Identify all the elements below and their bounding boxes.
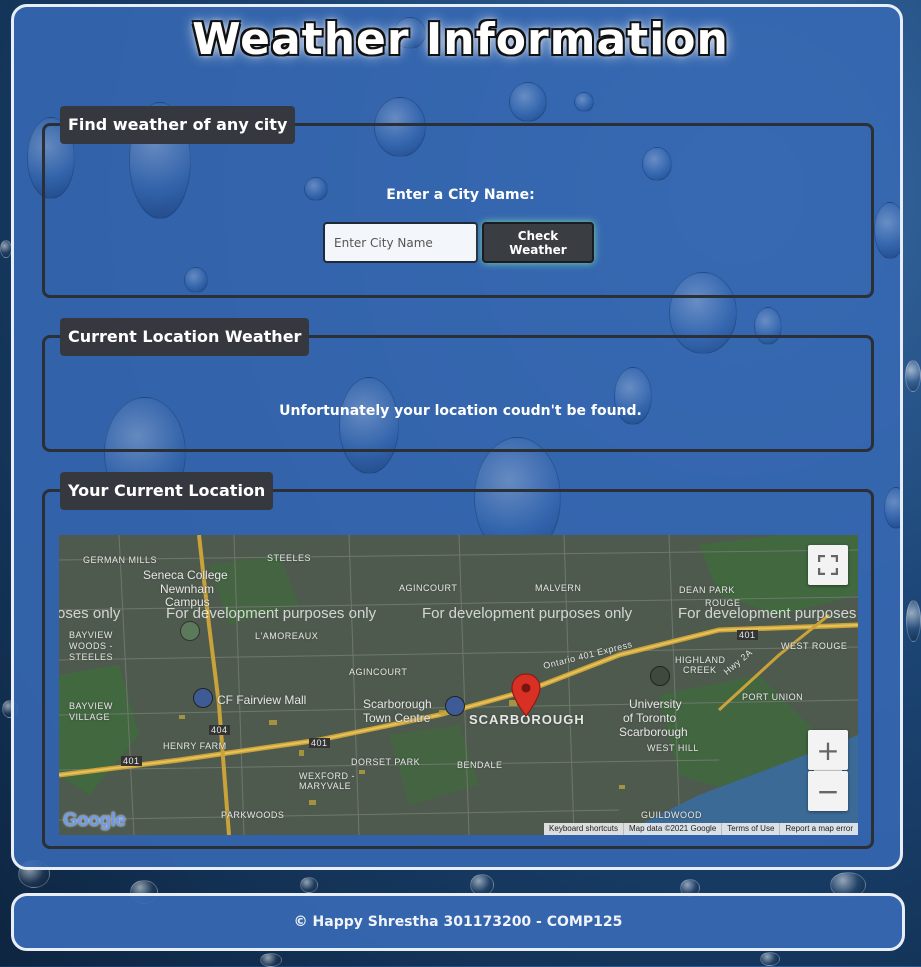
highway-shield-label: 404	[209, 725, 230, 735]
map-place-label: WEST HILL	[647, 743, 699, 753]
search-panel	[42, 123, 874, 298]
zoom-in-button[interactable]: +	[808, 730, 848, 770]
map-place-label: WOODS -	[69, 641, 113, 651]
map-place-label: Newnham	[160, 582, 215, 596]
report-map-error-link[interactable]: Report a map error	[779, 823, 858, 835]
map-place-label: Scarborough	[363, 697, 432, 711]
map-place-label: L'AMOREAUX	[255, 631, 319, 641]
school-poi-icon[interactable]	[180, 621, 200, 641]
map-place-label: MARYVALE	[299, 781, 352, 791]
map-place-label: Town Centre	[363, 711, 431, 725]
map-place-label: DORSET PARK	[351, 757, 421, 767]
google-logo[interactable]: Google	[63, 810, 126, 832]
location-marker-icon[interactable]	[511, 673, 541, 717]
map-place-label: BAYVIEW	[69, 630, 113, 640]
map-place-label: AGINCOURT	[399, 583, 458, 593]
map-data-text: Map data ©2021 Google	[622, 823, 721, 835]
fullscreen-icon	[818, 555, 838, 575]
map-place-label: HENRY FARM	[163, 741, 227, 751]
map-place-label: University	[629, 697, 682, 711]
map-place-label: BENDALE	[457, 760, 503, 770]
map-place-label: WEST ROUGE	[781, 641, 848, 651]
map-place-label: VILLAGE	[69, 712, 111, 722]
map-place-label: of Toronto	[623, 711, 677, 725]
map-place-label: PARKWOODS	[221, 810, 285, 820]
highway-shield-label: 401	[309, 738, 330, 748]
keyboard-shortcuts-link[interactable]: Keyboard shortcuts	[544, 823, 623, 835]
city-name-input[interactable]	[323, 222, 478, 263]
search-panel-legend: Find weather of any city	[60, 106, 296, 144]
location-error-message: Unfortunately your location coudn't be f…	[279, 403, 642, 419]
footer: © Happy Shrestha 301173200 - COMP125	[11, 893, 905, 951]
highway-shield-label: 401	[121, 756, 142, 766]
dev-watermark: For development purposes only	[422, 605, 633, 622]
map-place-label: WEXFORD -	[299, 771, 355, 781]
current-weather-legend: Current Location Weather	[60, 318, 310, 356]
map-place-label: CREEK	[683, 665, 717, 675]
shopping-poi-icon[interactable]	[193, 688, 213, 708]
google-map[interactable]: oses only For development purposes only …	[59, 535, 858, 835]
map-place-label: GUILDWOOD	[641, 810, 703, 820]
map-place-label: STEELES	[69, 652, 114, 662]
map-place-label: PORT UNION	[742, 692, 804, 702]
map-place-label: MALVERN	[535, 583, 582, 593]
map-place-label: GERMAN MILLS	[83, 555, 158, 565]
map-place-label: HIGHLAND	[675, 655, 726, 665]
map-place-label: AGINCOURT	[349, 667, 408, 677]
map-place-label: Campus	[165, 595, 210, 609]
map-place-label: CF Fairview Mall	[217, 693, 307, 707]
map-place-label: Scarborough	[619, 725, 688, 739]
fullscreen-button[interactable]	[808, 545, 848, 585]
map-place-label: DEAN PARK	[679, 585, 735, 595]
map-place-label: Seneca College	[143, 568, 228, 582]
zoom-out-button[interactable]: −	[808, 771, 848, 811]
highway-shield-label: 401	[737, 630, 758, 640]
shopping-poi-icon[interactable]	[445, 696, 465, 716]
map-attribution: Keyboard shortcuts Map data ©2021 Google…	[544, 823, 858, 835]
terms-of-use-link[interactable]: Terms of Use	[721, 823, 779, 835]
dev-watermark: oses only	[59, 605, 121, 622]
city-prompt-label: Enter a City Name:	[386, 187, 535, 203]
page-title: Weather Information	[192, 14, 729, 65]
school-poi-icon[interactable]	[650, 666, 670, 686]
location-panel-legend: Your Current Location	[60, 472, 274, 510]
check-weather-button[interactable]: Check Weather	[482, 222, 594, 263]
footer-text: © Happy Shrestha 301173200 - COMP125	[293, 914, 623, 930]
map-place-label: ROUGE	[705, 598, 741, 608]
map-place-label: BAYVIEW	[69, 701, 113, 711]
map-place-label: STEELES	[267, 553, 312, 563]
